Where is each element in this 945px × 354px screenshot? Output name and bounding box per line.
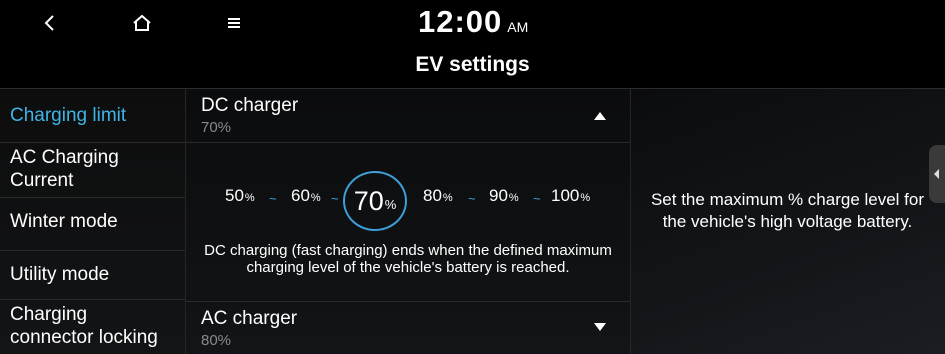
level-option-60-value: 60: [291, 186, 310, 205]
menu-button[interactable]: [214, 6, 254, 40]
ac-charger-title: AC charger: [201, 308, 298, 329]
level-option-50-value: 50: [225, 186, 244, 205]
clock-ampm: AM: [507, 19, 529, 35]
percent-sign: %: [244, 192, 255, 204]
info-text: Set the maximum % charge level for the v…: [650, 190, 925, 231]
level-option-50[interactable]: 50%: [225, 186, 255, 206]
sidebar-item-winter-mode[interactable]: Winter mode: [0, 210, 185, 233]
sidebar-divider: [0, 197, 185, 198]
level-option-90[interactable]: 90%: [489, 186, 519, 206]
separator-icon: ~: [269, 191, 277, 206]
info-panel: Set the maximum % charge level for the v…: [631, 89, 945, 354]
level-option-60[interactable]: 60%: [291, 186, 321, 206]
level-option-100-value: 100: [551, 186, 580, 205]
level-option-70-selected[interactable]: 70%: [343, 171, 407, 231]
main-panel: DC charger 70% 50% ~ 60% ~ 70% 80% ~ 90%…: [186, 89, 630, 354]
sidebar-item-charging-limit[interactable]: Charging limit: [0, 104, 185, 127]
separator-icon: ~: [533, 191, 541, 206]
charge-level-selector: 50% ~ 60% ~ 70% 80% ~ 90% ~ 100%: [186, 171, 630, 231]
dc-charger-value: 70%: [201, 119, 232, 136]
page-title: EV settings: [415, 53, 530, 76]
sidebar-divider: [0, 142, 185, 143]
sidebar: Charging limit AC Charging Current Winte…: [0, 89, 185, 354]
dc-charger-description: DC charging (fast charging) ends when th…: [204, 242, 612, 276]
percent-sign: %: [384, 197, 397, 212]
percent-sign: %: [310, 192, 321, 204]
separator-icon: ~: [468, 191, 476, 206]
percent-sign: %: [508, 192, 519, 204]
expand-arrow-icon[interactable]: [594, 323, 606, 331]
sidebar-item-ac-charging-current[interactable]: AC Charging Current: [0, 146, 185, 192]
separator-icon: ~: [331, 191, 339, 206]
back-button[interactable]: [30, 6, 70, 40]
hamburger-menu-icon: [228, 18, 240, 28]
level-option-80[interactable]: 80%: [423, 186, 453, 206]
side-panel-handle[interactable]: [929, 145, 945, 203]
dc-charger-title: DC charger: [201, 95, 299, 116]
clock-time: 12:00: [418, 4, 503, 39]
clock: 12:00 AM: [418, 4, 528, 40]
percent-sign: %: [580, 192, 591, 204]
chevron-left-icon: [44, 15, 54, 31]
ac-charger-value: 80%: [201, 332, 232, 349]
sidebar-divider: [0, 299, 185, 300]
sidebar-item-utility-mode[interactable]: Utility mode: [0, 263, 185, 286]
home-icon: [133, 14, 151, 31]
level-option-100[interactable]: 100%: [551, 186, 590, 206]
percent-sign: %: [442, 192, 453, 204]
home-button[interactable]: [122, 6, 162, 40]
level-option-90-value: 90: [489, 186, 508, 205]
level-option-80-value: 80: [423, 186, 442, 205]
collapse-arrow-icon[interactable]: [594, 112, 606, 120]
selected-level-value: 70: [353, 185, 384, 216]
section-divider: [186, 142, 630, 143]
sidebar-item-charging-connector-locking[interactable]: Charging connector locking: [0, 303, 185, 349]
sidebar-divider: [0, 250, 185, 251]
status-bar: 12:00 AM: [0, 0, 945, 46]
section-divider: [186, 301, 630, 302]
